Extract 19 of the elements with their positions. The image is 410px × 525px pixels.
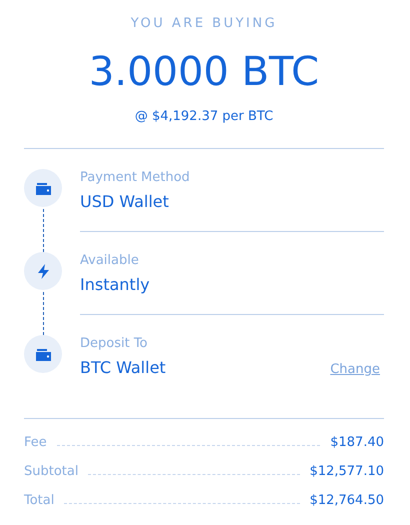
summary-label: Subtotal bbox=[24, 464, 78, 479]
summary-value: $12,764.50 bbox=[310, 493, 384, 508]
lightning-icon bbox=[38, 264, 48, 278]
step-label: Deposit To bbox=[80, 335, 149, 353]
change-link[interactable]: Change bbox=[330, 362, 380, 377]
summary-label: Total bbox=[24, 493, 54, 508]
wallet-icon bbox=[36, 182, 50, 194]
summary-label: Fee bbox=[24, 435, 47, 450]
step-label: Payment Method bbox=[80, 169, 191, 187]
step-value: BTC Wallet bbox=[80, 357, 166, 379]
step-value: Instantly bbox=[80, 274, 150, 296]
rate: @ $4,192.37 per BTC bbox=[134, 108, 274, 126]
step-value: USD Wallet bbox=[80, 191, 169, 213]
summary-value: $187.40 bbox=[330, 435, 384, 450]
amount: 3.0000 BTC bbox=[88, 48, 320, 96]
step-label: Available bbox=[80, 252, 140, 270]
summary-value: $12,577.10 bbox=[310, 464, 384, 479]
heading: YOU ARE BUYING bbox=[130, 15, 278, 33]
wallet-icon bbox=[36, 348, 50, 360]
